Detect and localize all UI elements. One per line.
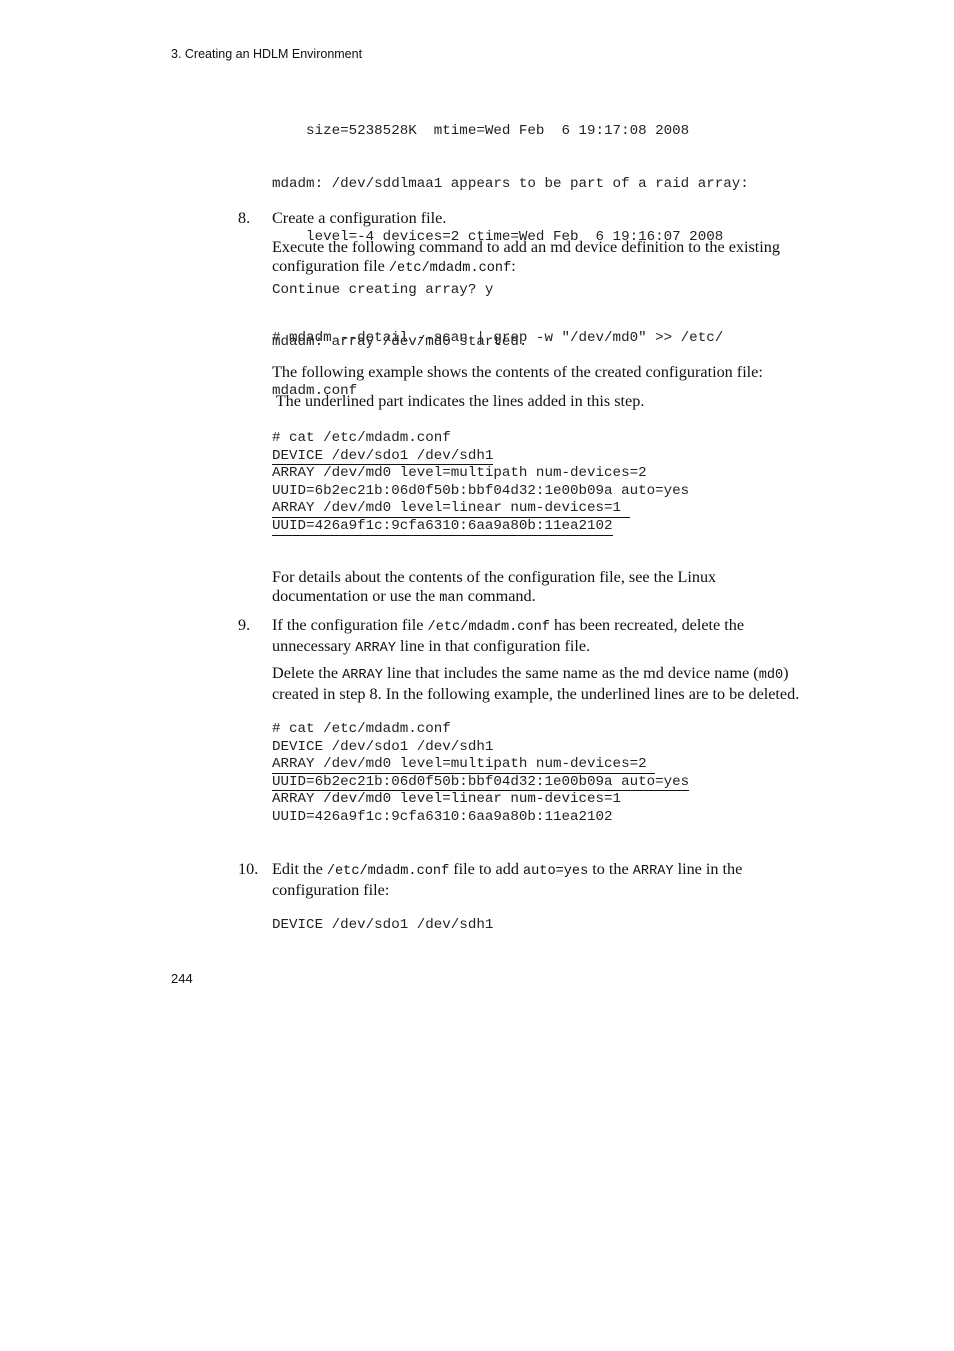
step-9-example-code: # cat /etc/mdadm.conf DEVICE /dev/sdo1 /d… xyxy=(272,721,690,827)
underlined-code-text: ARRAY /dev/md0 level=linear num-devices=… xyxy=(272,500,630,518)
text: : xyxy=(511,257,516,275)
step-8-example-intro: The following example shows the contents… xyxy=(272,363,763,381)
code-line: mdadm: /dev/sddlmaa1 appears to be part … xyxy=(272,175,749,192)
code-line: ARRAY /dev/md0 level=multipath num-devic… xyxy=(272,756,689,774)
inline-code: /etc/mdadm.conf xyxy=(388,261,512,276)
details-line2: documentation or use the man command. xyxy=(272,587,716,608)
text: If the configuration file xyxy=(272,616,428,634)
step-10-code: DEVICE /dev/sdo1 /dev/sdh1 xyxy=(272,917,494,933)
step-10-text: Edit the /etc/mdadm.conf file to add aut… xyxy=(272,860,742,900)
step-9-para-line1: Delete the ARRAY line that includes the … xyxy=(272,664,799,685)
code-text: # cat /etc/mdadm.conf xyxy=(272,721,451,737)
page-number: 244 xyxy=(171,971,193,986)
step-9-para-line2: created in step 8. In the following exam… xyxy=(272,685,800,703)
inline-code: ARRAY xyxy=(342,668,383,683)
step-8-intro-line1: Execute the following command to add an … xyxy=(272,238,780,256)
code-line: ARRAY /dev/md0 level=linear num-devices=… xyxy=(272,791,689,809)
code-text: ARRAY /dev/md0 level=multipath num-devic… xyxy=(272,465,647,482)
text: line in the xyxy=(673,860,743,878)
text: command. xyxy=(463,587,536,605)
running-header: 3. Creating an HDLM Environment xyxy=(171,47,363,61)
code-line: size=5238528K mtime=Wed Feb 6 19:17:08 2… xyxy=(272,123,690,140)
step-8-example-code: # cat /etc/mdadm.conf DEVICE /dev/sdo1 /d… xyxy=(272,430,689,536)
text: to the xyxy=(588,860,633,878)
code-line: UUID=6b2ec21b:06d0f50b:bbf04d32:1e00b09a… xyxy=(272,483,689,501)
text: Delete the xyxy=(272,664,343,682)
text: configuration file xyxy=(272,257,389,275)
step-10-line2: configuration file: xyxy=(272,881,390,899)
text: has been recreated, delete the xyxy=(549,616,745,634)
inline-code: /etc/mdadm.conf xyxy=(427,620,550,635)
code-text: # cat /etc/mdadm.conf xyxy=(272,430,451,446)
code-line: ARRAY /dev/md0 level=linear num-devices=… xyxy=(272,500,689,518)
inline-code: man xyxy=(439,591,464,606)
code-text: UUID=6b2ec21b:06d0f50b:bbf04d32:1e00b09a… xyxy=(272,482,690,499)
code-line: # cat /etc/mdadm.conf xyxy=(272,721,689,739)
text: file to add xyxy=(449,860,523,878)
step-8-intro-line2: configuration file /etc/mdadm.conf: xyxy=(272,257,780,278)
step-9-line1: If the configuration file /etc/mdadm.con… xyxy=(272,616,744,637)
details-line1: For details about the contents of the co… xyxy=(272,568,717,586)
code-line: UUID=6b2ec21b:06d0f50b:bbf04d32:1e00b09a… xyxy=(272,773,690,792)
text: line that includes the same name as the … xyxy=(382,664,759,682)
inline-code: /etc/mdadm.conf xyxy=(326,864,450,879)
code-line: ARRAY /dev/md0 level=multipath num-devic… xyxy=(272,465,689,483)
code-text: UUID=426a9f1c:9cfa6310:6aa9a80b:11ea2102 xyxy=(272,808,613,825)
inline-code: ARRAY xyxy=(632,864,674,879)
code-line: DEVICE /dev/sdo1 /dev/sdh1 xyxy=(272,739,689,757)
step-8-title: Create a configuration file. xyxy=(272,209,447,227)
step-9-text: If the configuration file /etc/mdadm.con… xyxy=(272,616,744,658)
text: Edit the xyxy=(272,860,327,878)
step-10-number: 10. xyxy=(238,860,259,878)
text: documentation or use the xyxy=(272,587,440,605)
text: line in that configuration file. xyxy=(395,637,591,655)
code-line: DEVICE /dev/sdo1 /dev/sdh1 xyxy=(272,448,689,466)
step-8-number: 8. xyxy=(238,209,251,227)
inline-code: auto=yes xyxy=(522,864,589,879)
text: unnecessary xyxy=(272,637,356,655)
code-text: DEVICE /dev/sdo1 /dev/sdh1 xyxy=(272,738,494,755)
inline-code: md0 xyxy=(758,668,784,683)
step-9-paragraph: Delete the ARRAY line that includes the … xyxy=(272,664,799,704)
underlined-code-text: UUID=426a9f1c:9cfa6310:6aa9a80b:11ea2102 xyxy=(272,517,613,536)
step-9-number: 9. xyxy=(238,616,251,634)
inline-code: ARRAY xyxy=(355,641,396,656)
code-line: # cat /etc/mdadm.conf xyxy=(272,430,689,448)
code-text: ARRAY /dev/md0 level=linear num-devices=… xyxy=(272,791,622,808)
code-line: UUID=426a9f1c:9cfa6310:6aa9a80b:11ea2102 xyxy=(272,809,689,827)
code-line: UUID=426a9f1c:9cfa6310:6aa9a80b:11ea2102 xyxy=(272,518,689,536)
underlined-code-text: UUID=6b2ec21b:06d0f50b:bbf04d32:1e00b09a… xyxy=(272,773,690,792)
step-8-intro: Execute the following command to add an … xyxy=(272,238,780,278)
step-10-line1: Edit the /etc/mdadm.conf file to add aut… xyxy=(272,860,742,881)
underlined-code-text: DEVICE /dev/sdo1 /dev/sdh1 xyxy=(272,447,494,466)
step-8-underline-note: The underlined part indicates the lines … xyxy=(272,392,645,410)
text: ) xyxy=(783,664,789,682)
step-9-line2: unnecessary ARRAY line in that configura… xyxy=(272,637,744,658)
underlined-code-text: ARRAY /dev/md0 level=multipath num-devic… xyxy=(272,756,656,774)
code-line: # mdadm --detail --scan | grep -w "/dev/… xyxy=(272,330,724,347)
step-8-details: For details about the contents of the co… xyxy=(272,568,716,608)
